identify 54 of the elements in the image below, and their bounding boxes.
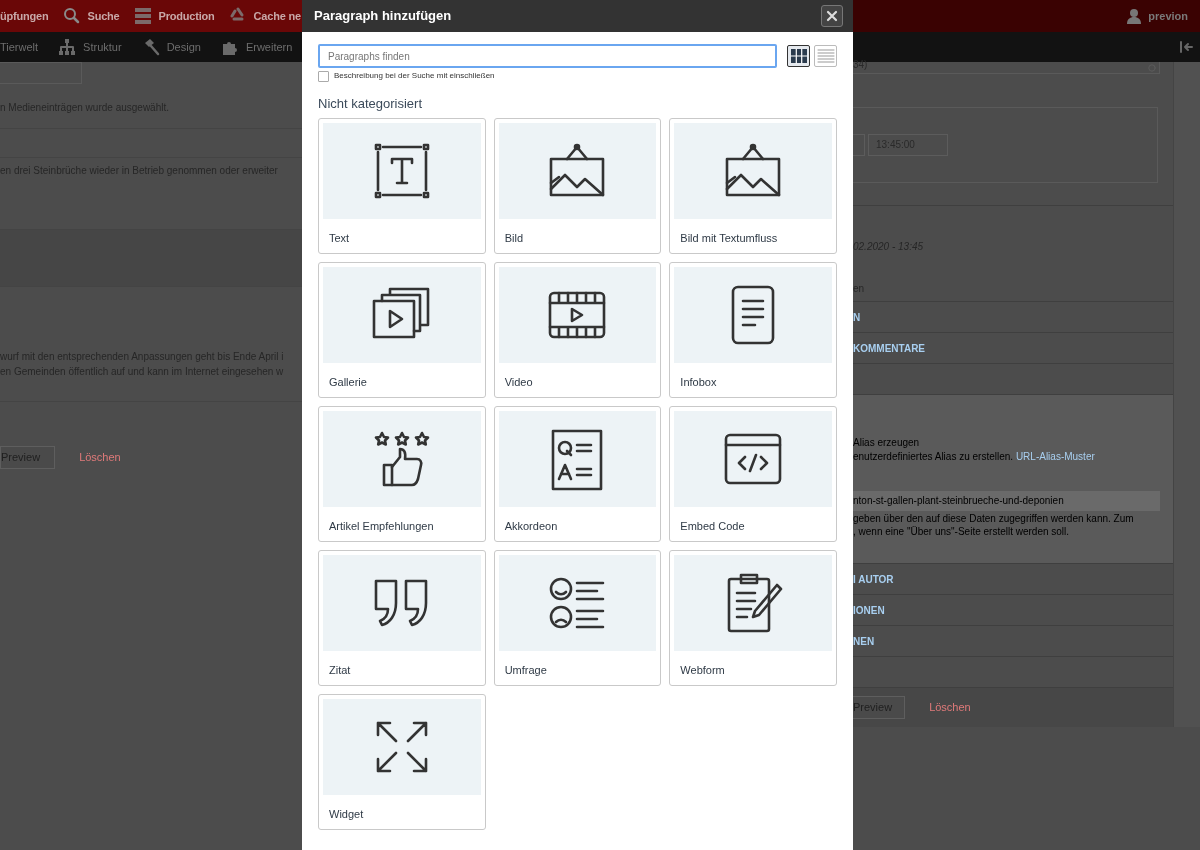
nav-link[interactable]: Design (166, 38, 201, 56)
category-heading: Nicht kategorisiert (318, 95, 424, 113)
grid-view-button[interactable] (787, 45, 810, 67)
sitemap-icon (58, 38, 77, 56)
close-button[interactable] (821, 5, 843, 27)
paragraph-type-card[interactable]: Artikel Empfehlungen (318, 405, 486, 542)
paragraph-type-card[interactable]: Akkordeon (493, 405, 662, 542)
paragraph-type-card[interactable]: Infobox (669, 261, 837, 398)
server-icon (133, 7, 152, 25)
paragraph-type-card[interactable]: Widget (318, 693, 486, 830)
input-field[interactable] (0, 128, 302, 158)
list-icon (816, 48, 835, 64)
checkbox[interactable] (318, 70, 329, 82)
delete-link[interactable]: Löschen (79, 449, 121, 466)
search-icon (62, 7, 81, 25)
section-link[interactable]: I AUTOR (853, 571, 894, 587)
nav-link[interactable]: Tierwelt (0, 38, 39, 56)
section-link[interactable]: IONEN (853, 602, 885, 618)
section-link[interactable]: NEN (853, 633, 875, 649)
paragraph-type-card[interactable]: Gallerie (318, 261, 486, 398)
radio-icon (1148, 63, 1156, 72)
paragraph-type-card[interactable]: Video (493, 261, 662, 398)
delete-link[interactable]: Löschen (929, 699, 971, 716)
paragraph-type-card[interactable]: Bild mit Textumfluss (669, 117, 837, 254)
nav-link[interactable]: Struktur (83, 38, 122, 56)
dialog-title: Paragraph hinzufügen (314, 7, 452, 26)
nav-link[interactable]: Production (158, 7, 215, 25)
alias-pattern-link[interactable]: URL-Alias-Muster (1015, 451, 1095, 462)
checkbox-label: Beschreibung bei der Suche mit einschließen (334, 70, 495, 82)
close-icon (826, 10, 838, 22)
paragraph-type-card[interactable]: Embed Code (669, 405, 837, 542)
paragraph-type-card[interactable]: Text (318, 117, 486, 254)
search-field[interactable]: Paragraphs finden (318, 44, 777, 68)
nav-link[interactable]: Cache ne (253, 7, 301, 25)
help-text: geben über den auf diese Daten zugegriffen werden kann. Zum (853, 512, 1135, 524)
nav-link[interactable]: üpfungen (0, 7, 49, 25)
section-link[interactable]: N (853, 309, 861, 325)
help-text: enutzerdefiniertes Alias zu erstellen. (853, 451, 1015, 462)
collapse-icon (1180, 40, 1194, 54)
user-icon (1126, 8, 1143, 24)
paragraph-type-card[interactable]: Zitat (318, 549, 486, 686)
date-field[interactable] (853, 134, 865, 156)
checkbox-label: Alias erzeugen (853, 436, 921, 449)
nav-link[interactable]: Erweitern (245, 38, 293, 56)
nav-link[interactable]: Suche (87, 7, 120, 25)
input-field[interactable] (0, 62, 82, 84)
user-name[interactable]: previon (1148, 7, 1188, 25)
paragraph-type-card[interactable]: Bild (493, 117, 662, 254)
paragraph-type-card[interactable]: Webform (669, 549, 837, 686)
grid-icon (789, 48, 808, 64)
help-text: , wenn eine "Über uns"-Seite erstellt werden soll. (853, 525, 1071, 537)
section-link[interactable]: KOMMENTARE (853, 340, 926, 356)
alias-field[interactable]: nton-st-gallen-plant-steinbrueche-und-deponien (853, 491, 1160, 511)
paragraph-type-card[interactable]: Umfrage (493, 549, 662, 686)
